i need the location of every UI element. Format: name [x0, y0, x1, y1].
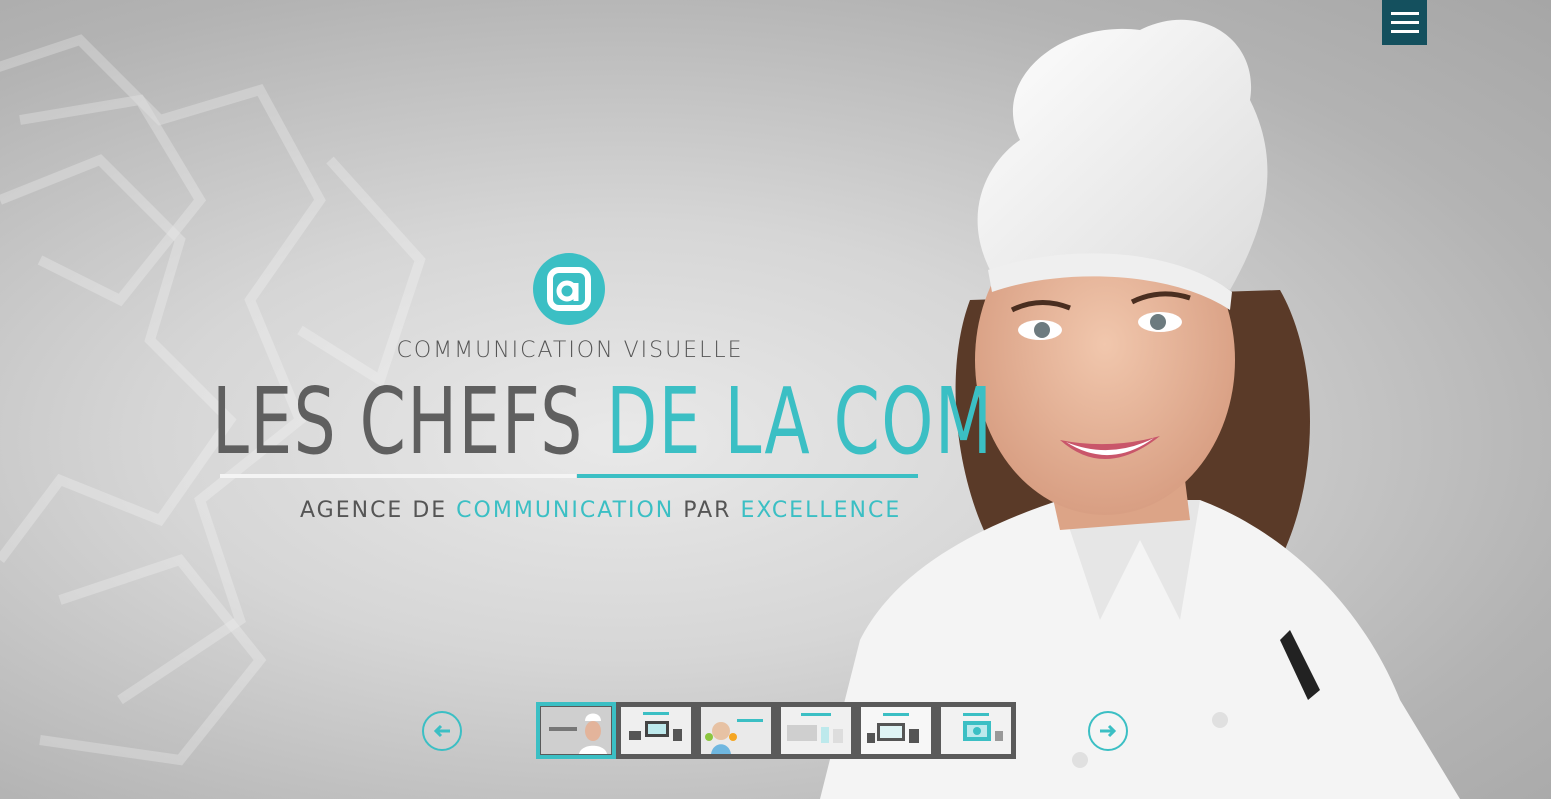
- thumb-web-image: [941, 707, 1011, 754]
- thumbnail-slide-4[interactable]: [781, 707, 851, 754]
- thumb-chef-image: [541, 707, 611, 754]
- thumb-office-image: [781, 707, 851, 754]
- thumb-devices-image: [621, 707, 691, 754]
- carousel-prev-button[interactable]: [422, 711, 462, 751]
- tagline-part1: AGENCE DE: [300, 498, 457, 523]
- thumbnail-slide-3[interactable]: [701, 707, 771, 754]
- tagline-part2: COMMUNICATION: [456, 498, 675, 523]
- hero-title-part1: LES CHEFS: [212, 368, 607, 475]
- carousel-thumbnails: [536, 702, 1016, 759]
- title-underline-left: [220, 474, 576, 478]
- hamburger-icon-line: [1390, 21, 1419, 24]
- tagline-part4: EXCELLENCE: [740, 498, 902, 523]
- menu-button[interactable]: [1382, 0, 1427, 45]
- arrow-left-icon: [433, 724, 450, 738]
- hamburger-icon-line: [1390, 30, 1419, 33]
- thumb-child-image: [701, 707, 771, 754]
- thumbnail-slide-2[interactable]: [621, 707, 691, 754]
- hero-title: LES CHEFS DE LA COM: [212, 368, 992, 478]
- hero-kicker: COMMUNICATION VISUELLE: [396, 338, 744, 363]
- thumbnail-slide-5[interactable]: [861, 707, 931, 754]
- brand-logo: [533, 253, 605, 325]
- thumb-screens-image: [861, 707, 931, 754]
- thumbnail-slide-6[interactable]: [941, 707, 1011, 754]
- thumbnail-slide-1[interactable]: [536, 702, 616, 759]
- hero-title-part2: DE LA COM: [606, 368, 994, 475]
- arrow-right-icon: [1100, 724, 1117, 738]
- title-underline-right: [577, 474, 918, 478]
- carousel-next-button[interactable]: [1088, 711, 1128, 751]
- tagline-part3: PAR: [674, 498, 741, 523]
- hamburger-icon: [1390, 12, 1419, 15]
- hero-tagline: AGENCE DE COMMUNICATION PAR EXCELLENCE: [300, 498, 899, 523]
